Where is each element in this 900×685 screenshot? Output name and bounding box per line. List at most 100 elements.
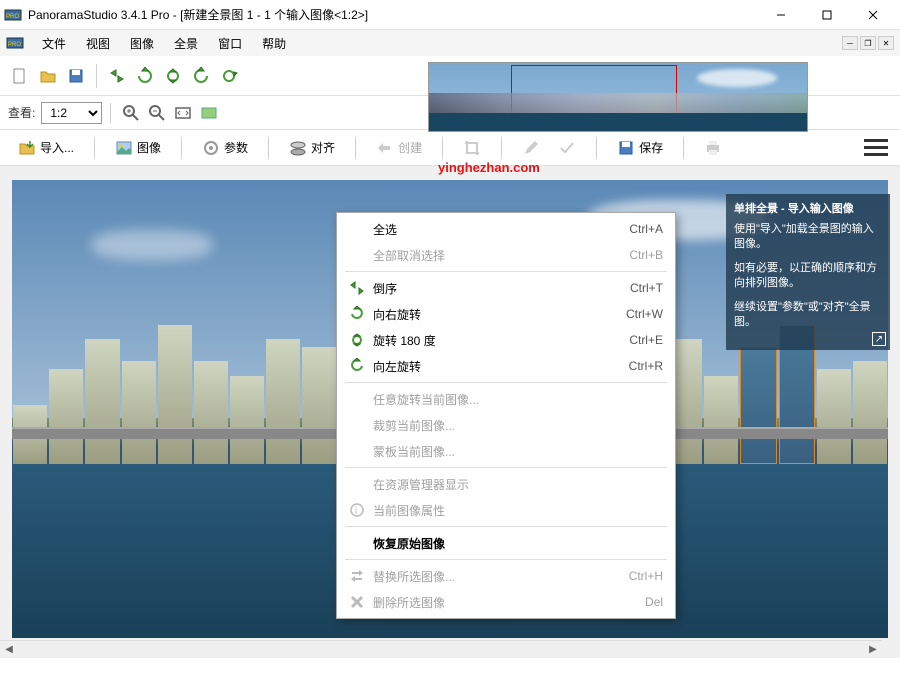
menu-shortcut: Ctrl+T <box>630 281 663 295</box>
rotate-right-button[interactable] <box>133 64 157 88</box>
reverse-button[interactable] <box>105 64 129 88</box>
create-icon <box>376 139 394 157</box>
align-icon <box>289 139 307 157</box>
menu-item-蒙板当前图像...: 蒙板当前图像... <box>337 438 675 464</box>
svg-text:PRO: PRO <box>8 42 21 48</box>
window-title: PanoramaStudio 3.4.1 Pro - [新建全景图 1 - 1 … <box>28 6 758 23</box>
menu-separator <box>345 559 667 560</box>
replace-icon <box>345 568 369 584</box>
hint-p3: 继续设置"参数"或"对齐"全景图。 <box>734 300 882 331</box>
menu-view[interactable]: 视图 <box>76 32 120 55</box>
panorama-preview-thumbnail[interactable] <box>428 62 808 132</box>
menu-window[interactable]: 窗口 <box>208 32 252 55</box>
menu-item-恢复原始图像[interactable]: 恢复原始图像 <box>337 530 675 556</box>
scroll-left-button[interactable]: ◀ <box>0 641 18 659</box>
scroll-right-button[interactable]: ▶ <box>864 641 882 659</box>
menu-item-替换所选图像...: 替换所选图像...Ctrl+H <box>337 563 675 589</box>
params-button[interactable]: 参数 <box>196 136 254 160</box>
mdi-doc-icon: PRO <box>6 34 24 52</box>
menu-item-label: 全选 <box>369 221 629 238</box>
open-button[interactable] <box>36 64 60 88</box>
image-icon <box>115 139 133 157</box>
rotate-any-button[interactable] <box>217 64 241 88</box>
save-workflow-button[interactable]: 保存 <box>611 136 669 160</box>
rot-left-icon <box>345 358 369 374</box>
menu-item-向左旋转[interactable]: 向左旋转Ctrl+R <box>337 353 675 379</box>
create-label: 创建 <box>398 139 422 156</box>
hint-p1: 使用"导入"加载全景图的输入图像。 <box>734 222 882 253</box>
menu-shortcut: Del <box>645 595 663 609</box>
menu-separator <box>345 467 667 468</box>
import-button[interactable]: 导入... <box>12 136 80 160</box>
menu-shortcut: Ctrl+W <box>626 307 663 321</box>
actual-size-button[interactable] <box>197 101 221 125</box>
rotate-180-button[interactable] <box>161 64 185 88</box>
mdi-close-button[interactable]: ✕ <box>878 36 894 50</box>
maximize-button[interactable] <box>804 1 850 29</box>
menu-item-向右旋转[interactable]: 向右旋转Ctrl+W <box>337 301 675 327</box>
hint-p2: 如有必要，以正确的顺序和方向排列图像。 <box>734 261 882 292</box>
zoom-in-button[interactable] <box>119 101 143 125</box>
create-button[interactable]: 创建 <box>370 136 428 160</box>
rot-right-icon <box>345 306 369 322</box>
menu-panorama[interactable]: 全景 <box>164 32 208 55</box>
menu-bar: PRO 文件 视图 图像 全景 窗口 帮助 ─ ❐ ✕ <box>0 30 900 56</box>
fit-button[interactable] <box>171 101 195 125</box>
scrollbar-corner <box>882 640 900 658</box>
hint-collapse-button[interactable]: ↗ <box>872 332 886 346</box>
menu-item-全选[interactable]: 全选Ctrl+A <box>337 216 675 242</box>
print-button <box>698 136 728 160</box>
app-icon: PRO <box>4 6 22 24</box>
menu-shortcut: Ctrl+A <box>629 222 663 236</box>
menu-item-label: 全部取消选择 <box>369 247 629 264</box>
image-button[interactable]: 图像 <box>109 136 167 160</box>
menu-item-旋转 180 度[interactable]: 旋转 180 度Ctrl+E <box>337 327 675 353</box>
menu-item-label: 替换所选图像... <box>369 568 629 585</box>
horizontal-scrollbar[interactable]: ◀ ▶ <box>0 640 882 658</box>
menu-item-label: 倒序 <box>369 280 630 297</box>
menu-item-label: 蒙板当前图像... <box>369 443 663 460</box>
menu-item-label: 删除所选图像 <box>369 594 645 611</box>
check-button <box>552 136 582 160</box>
save-label: 保存 <box>639 139 663 156</box>
import-icon <box>18 139 36 157</box>
zoom-out-button[interactable] <box>145 101 169 125</box>
menu-item-label: 任意旋转当前图像... <box>369 391 663 408</box>
reverse-icon <box>345 280 369 296</box>
menu-item-裁剪当前图像...: 裁剪当前图像... <box>337 412 675 438</box>
new-button[interactable] <box>8 64 32 88</box>
mdi-restore-button[interactable]: ❐ <box>860 36 876 50</box>
menu-item-倒序[interactable]: 倒序Ctrl+T <box>337 275 675 301</box>
menu-image[interactable]: 图像 <box>120 32 164 55</box>
menu-toggle-button[interactable] <box>864 138 888 158</box>
menu-shortcut: Ctrl+R <box>629 359 663 373</box>
save-icon <box>617 139 635 157</box>
align-button[interactable]: 对齐 <box>283 136 341 160</box>
save-button[interactable] <box>64 64 88 88</box>
menu-item-在资源管理器显示: 在资源管理器显示 <box>337 471 675 497</box>
watermark-text: yinghezhan.com <box>438 160 540 175</box>
minimize-button[interactable] <box>758 1 804 29</box>
rotate-left-button[interactable] <box>189 64 213 88</box>
hint-title: 单排全景 - 导入输入图像 <box>734 200 882 216</box>
mdi-minimize-button[interactable]: ─ <box>842 36 858 50</box>
menu-item-当前图像属性: i当前图像属性 <box>337 497 675 523</box>
svg-text:i: i <box>355 506 357 517</box>
menu-item-label: 向右旋转 <box>369 306 626 323</box>
menu-item-全部取消选择: 全部取消选择Ctrl+B <box>337 242 675 268</box>
menu-item-label: 旋转 180 度 <box>369 332 629 349</box>
align-label: 对齐 <box>311 139 335 156</box>
crop-icon <box>463 139 481 157</box>
menu-separator <box>345 382 667 383</box>
menu-file[interactable]: 文件 <box>32 32 76 55</box>
svg-text:PRO: PRO <box>6 14 19 20</box>
menu-help[interactable]: 帮助 <box>252 32 296 55</box>
menu-separator <box>345 271 667 272</box>
title-bar: PRO PanoramaStudio 3.4.1 Pro - [新建全景图 1 … <box>0 0 900 30</box>
delete-icon <box>345 594 369 610</box>
zoom-select[interactable]: 1:2 <box>41 102 102 124</box>
context-menu: 全选Ctrl+A全部取消选择Ctrl+B倒序Ctrl+T向右旋转Ctrl+W旋转… <box>336 212 676 619</box>
close-button[interactable] <box>850 1 896 29</box>
edit-button <box>516 136 546 160</box>
menu-shortcut: Ctrl+E <box>629 333 663 347</box>
